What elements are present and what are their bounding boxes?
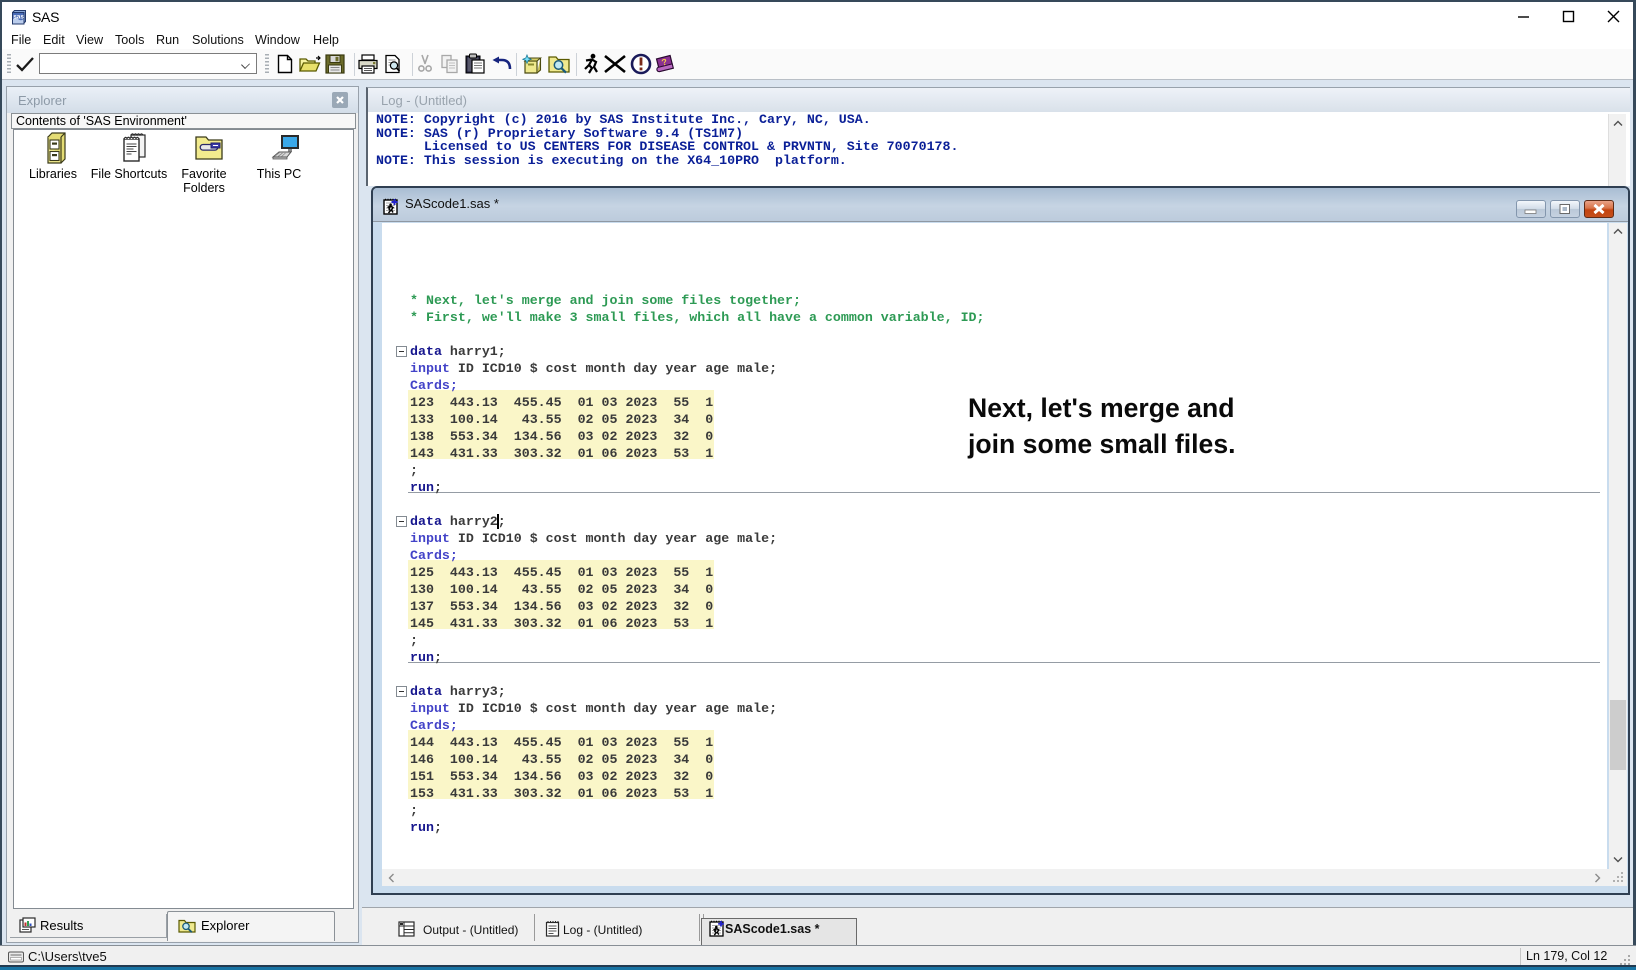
svg-text:sas: sas (13, 14, 24, 21)
